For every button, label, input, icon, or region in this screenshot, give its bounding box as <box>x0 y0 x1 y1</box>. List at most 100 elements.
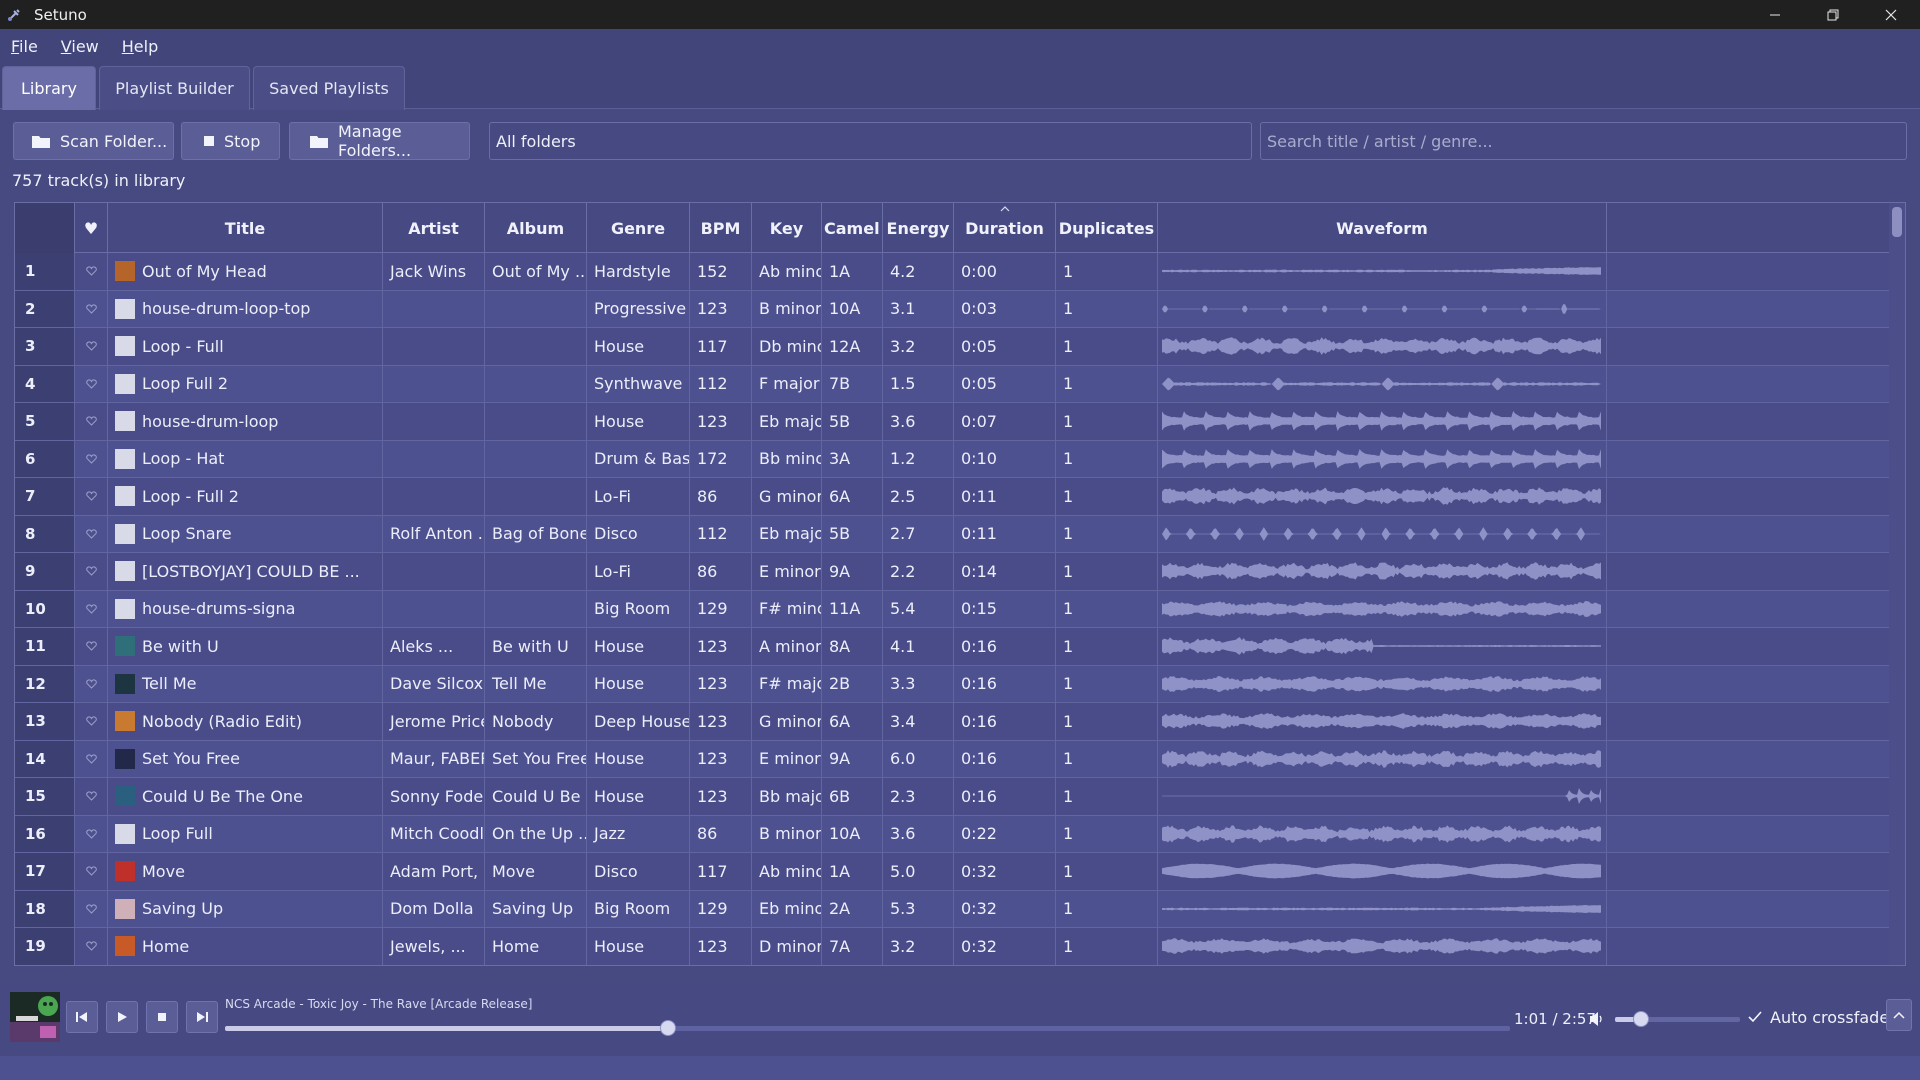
favorite-toggle[interactable] <box>75 515 108 552</box>
camelot-header[interactable]: Camelot <box>822 203 883 253</box>
favorite-toggle[interactable] <box>75 665 108 702</box>
table-row[interactable]: 15 Could U Be The OneSonny FoderaCould U … <box>15 778 1891 816</box>
table-row[interactable]: 12 Tell Me Dave Silcox Tell Me House 123 F# ma… <box>15 665 1891 703</box>
search-input[interactable]: Search title / artist / genre... <box>1260 122 1907 160</box>
table-row[interactable]: 10house-drums-signaBig Room129F# minor11… <box>15 590 1891 628</box>
table-row[interactable]: 9 [LOSTBOYJAY] COULD BE ... Lo-Fi 86 E minor… <box>15 553 1891 591</box>
manage-folders-button[interactable]: Manage Folders... <box>289 122 470 160</box>
auto-crossfade-checkbox[interactable]: Auto crossfade <box>1748 1008 1889 1027</box>
stop-playback-button[interactable] <box>146 1001 178 1033</box>
play-button[interactable] <box>106 1001 138 1033</box>
waveform-cell <box>1158 553 1607 590</box>
bpm-header[interactable]: BPM <box>690 203 752 253</box>
favorite-toggle[interactable] <box>75 403 108 440</box>
artist-header[interactable]: Artist <box>383 203 485 253</box>
favorite-toggle[interactable] <box>75 778 108 815</box>
tab-playlist-builder[interactable]: Playlist Builder <box>99 66 250 110</box>
scan-folder-button[interactable]: Scan Folder... <box>13 122 174 160</box>
favorite-toggle[interactable] <box>75 328 108 365</box>
favorite-toggle[interactable] <box>75 628 108 665</box>
favorite-toggle[interactable] <box>75 365 108 402</box>
table-row[interactable]: 18 Saving Up Dom Dolla Saving Up Big Room 129… <box>15 890 1891 928</box>
camelot-cell: 2B <box>822 665 883 702</box>
table-row[interactable]: 7 Loop - Full 2 Lo-Fi 86 G minor 6A 2.5 0:11 1 <box>15 478 1891 516</box>
seek-handle[interactable] <box>659 1020 676 1036</box>
table-row[interactable]: 19 Home Jewels, ... Home House 123 D minor 7A 3.… <box>15 928 1891 965</box>
table-row[interactable]: 5 house-drum-loop House123Eb major5B3.60:0… <box>15 403 1891 441</box>
camelot-cell: 12A <box>822 328 883 365</box>
bpm-cell: 123 <box>690 703 752 740</box>
favorite-toggle[interactable] <box>75 553 108 590</box>
next-button[interactable] <box>186 1001 218 1033</box>
favorite-toggle[interactable] <box>75 478 108 515</box>
favorite-toggle[interactable] <box>75 853 108 890</box>
scrollbar-thumb[interactable] <box>1892 207 1902 237</box>
key-header[interactable]: Key <box>752 203 822 253</box>
table-row[interactable]: 17MoveAdam Port, ...MoveDisco117Ab minor… <box>15 853 1891 891</box>
album-header[interactable]: Album <box>485 203 587 253</box>
waveform-graphic <box>1162 637 1601 656</box>
favorite-toggle[interactable] <box>75 290 108 327</box>
table-row[interactable]: 16 Loop FullMitch CoodleyOn the Up ...Jaz… <box>15 815 1891 853</box>
album-cell <box>485 403 587 440</box>
seek-slider[interactable] <box>225 1020 1510 1036</box>
tab-library[interactable]: Library <box>2 66 96 110</box>
collapse-player-button[interactable] <box>1886 999 1912 1031</box>
table-row[interactable]: 1 Out of My Head Jack Wins Out of My ... Har… <box>15 253 1891 291</box>
menu-view[interactable]: View <box>61 37 99 56</box>
folder-icon <box>32 134 50 148</box>
close-button[interactable] <box>1862 0 1920 29</box>
key-cell: F# major <box>752 665 822 702</box>
favorite-toggle[interactable] <box>75 815 108 852</box>
favorite-toggle[interactable] <box>75 890 108 927</box>
bpm-cell: 129 <box>690 590 752 627</box>
energy-cell: 3.6 <box>883 403 954 440</box>
rownum-header[interactable] <box>15 203 75 253</box>
genre-cell: Synthwave <box>587 365 690 402</box>
table-row[interactable]: 11 Be with U Aleks ... Be with U House 123 A m… <box>15 628 1891 666</box>
favorite-toggle[interactable] <box>75 928 108 965</box>
favorite-toggle[interactable] <box>75 253 108 290</box>
waveform-header[interactable]: Waveform <box>1158 203 1607 253</box>
favorite-toggle[interactable] <box>75 590 108 627</box>
camelot-cell: 10A <box>822 290 883 327</box>
track-thumbnail <box>115 598 135 619</box>
stop-button[interactable]: Stop <box>181 122 280 160</box>
table-row[interactable]: 13 Nobody (Radio Edit) Jerome Price Nobody D… <box>15 703 1891 741</box>
minimize-button[interactable] <box>1746 0 1804 29</box>
vertical-scrollbar[interactable] <box>1889 203 1905 965</box>
menu-help[interactable]: Help <box>122 37 158 56</box>
table-row[interactable]: 14 Set You Free Maur, FABER Set You Free Hou… <box>15 740 1891 778</box>
genre-header[interactable]: Genre <box>587 203 690 253</box>
table-row[interactable]: 2 house-drum-loop-top Progressive ...123B … <box>15 290 1891 328</box>
duplicates-cell: 1 <box>1056 665 1158 702</box>
volume-handle[interactable] <box>1633 1011 1650 1027</box>
energy-header[interactable]: Energy <box>883 203 954 253</box>
camelot-cell: 8A <box>822 628 883 665</box>
favorite-toggle[interactable] <box>75 440 108 477</box>
key-cell: Bb minor <box>752 440 822 477</box>
volume-icon[interactable] <box>1589 1011 1605 1031</box>
volume-slider[interactable] <box>1615 1011 1740 1027</box>
menu-file[interactable]: File <box>11 37 38 56</box>
album-cell: Be with U <box>485 628 587 665</box>
album-cell: Nobody <box>485 703 587 740</box>
previous-button[interactable] <box>66 1001 98 1033</box>
table-row[interactable]: 8 Loop SnareRolf Anton ...Bag of Bones...… <box>15 515 1891 553</box>
table-row[interactable]: 4 Loop Full 2 Synthwave 112 F major 7B 1.5 0:05… <box>15 365 1891 403</box>
table-row[interactable]: 6 Loop - Hat Drum & Bass172Bb minor3A1.20:… <box>15 440 1891 478</box>
folder-filter-select[interactable]: All folders <box>489 122 1252 160</box>
tab-saved-playlists[interactable]: Saved Playlists <box>253 66 405 110</box>
genre-cell: Big Room <box>587 590 690 627</box>
favorite-toggle[interactable] <box>75 740 108 777</box>
favorite-toggle[interactable] <box>75 703 108 740</box>
duration-header[interactable]: Duration <box>954 203 1056 253</box>
artist-cell <box>383 478 485 515</box>
energy-cell: 3.3 <box>883 665 954 702</box>
duplicates-header[interactable]: Duplicates <box>1056 203 1158 253</box>
key-cell: Eb major <box>752 515 822 552</box>
title-header[interactable]: Title <box>108 203 383 253</box>
table-row[interactable]: 3 Loop - Full House117Db minor12A3.20:051 <box>15 328 1891 366</box>
favorite-header[interactable]: ♥ <box>75 203 108 253</box>
restore-button[interactable] <box>1804 0 1862 29</box>
